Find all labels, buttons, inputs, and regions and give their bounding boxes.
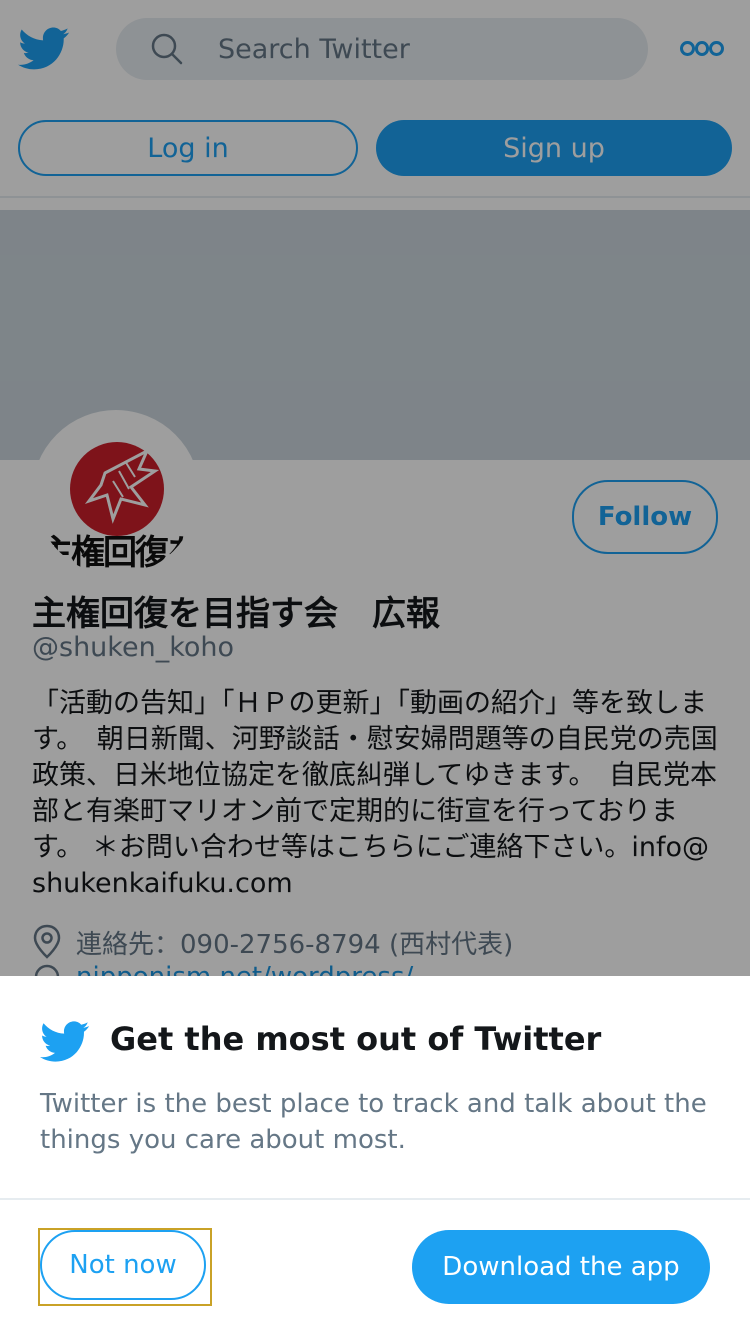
download-app-button[interactable]: Download the app	[412, 1230, 710, 1304]
not-now-button[interactable]: Not now	[40, 1230, 206, 1300]
divider	[0, 1198, 750, 1200]
twitter-bird-icon	[40, 1021, 90, 1062]
sheet-title: Get the most out of Twitter	[110, 1020, 602, 1058]
sheet-description: Twitter is the best place to track and t…	[40, 1089, 707, 1155]
dim-overlay[interactable]	[0, 0, 750, 976]
page: Search Twitter Log in Sign up 主権回復を Foll…	[0, 0, 750, 1334]
app-prompt-sheet: Get the most out of Twitter Twitter is t…	[0, 976, 750, 1334]
